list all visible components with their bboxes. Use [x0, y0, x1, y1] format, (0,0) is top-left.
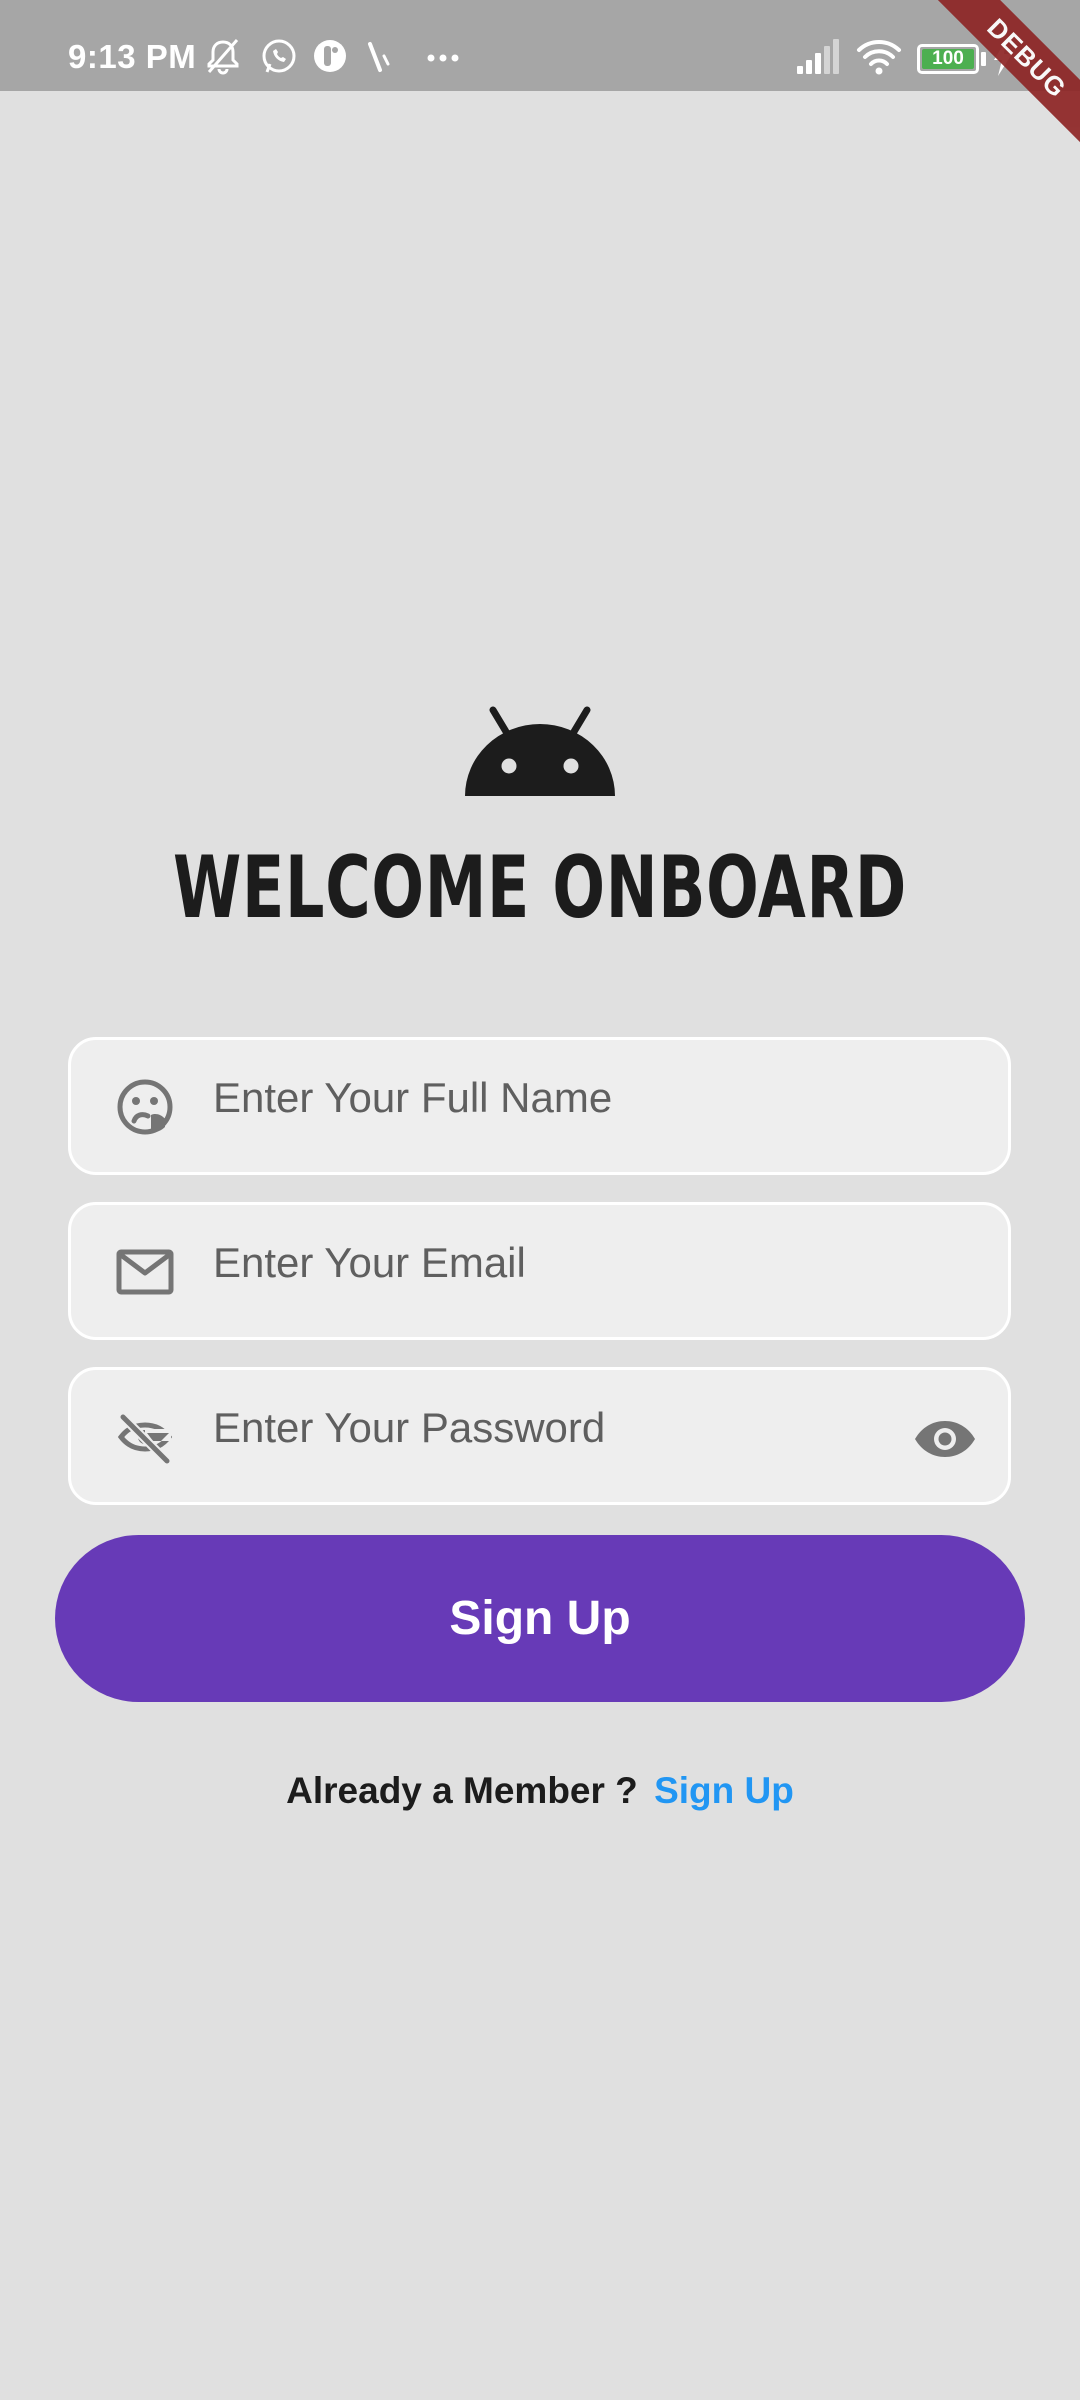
battery-tip	[981, 52, 986, 66]
signup-screen: 9:13 PM 100 DEBUG WELCOME ONBOARD Enter …	[0, 0, 1080, 2400]
password-field[interactable]	[68, 1367, 1011, 1505]
battery-icon: 100	[917, 44, 979, 74]
android-icon	[463, 706, 617, 796]
more-dots-icon	[423, 36, 463, 76]
full-name-input[interactable]	[213, 1058, 853, 1138]
mute-icon	[203, 36, 243, 76]
email-input[interactable]	[213, 1223, 853, 1303]
sign-up-link[interactable]: Sign Up	[654, 1770, 794, 1811]
page-title: WELCOME ONBOARD	[172, 838, 908, 938]
full-name-field[interactable]	[68, 1037, 1011, 1175]
email-field[interactable]	[68, 1202, 1011, 1340]
whatsapp-icon	[259, 36, 299, 76]
already-member-row: Already a Member ? Sign Up	[0, 1770, 1080, 1812]
already-member-text: Already a Member ?	[286, 1770, 638, 1811]
password-input[interactable]	[213, 1388, 853, 1468]
app-icon	[310, 36, 350, 76]
status-bar: 9:13 PM 100 DEBUG	[0, 0, 1080, 155]
battery-level: 100	[932, 48, 964, 69]
eye-icon[interactable]	[913, 1407, 977, 1471]
wifi-icon	[855, 36, 903, 76]
visibility-off-icon	[115, 1407, 175, 1467]
sign-up-button[interactable]: Sign Up	[55, 1535, 1025, 1702]
cellular-signal-icon	[795, 36, 841, 76]
signal-mark-icon	[362, 36, 402, 76]
mail-icon	[115, 1242, 175, 1302]
face-icon	[115, 1077, 175, 1137]
status-time: 9:13 PM	[68, 38, 197, 75]
